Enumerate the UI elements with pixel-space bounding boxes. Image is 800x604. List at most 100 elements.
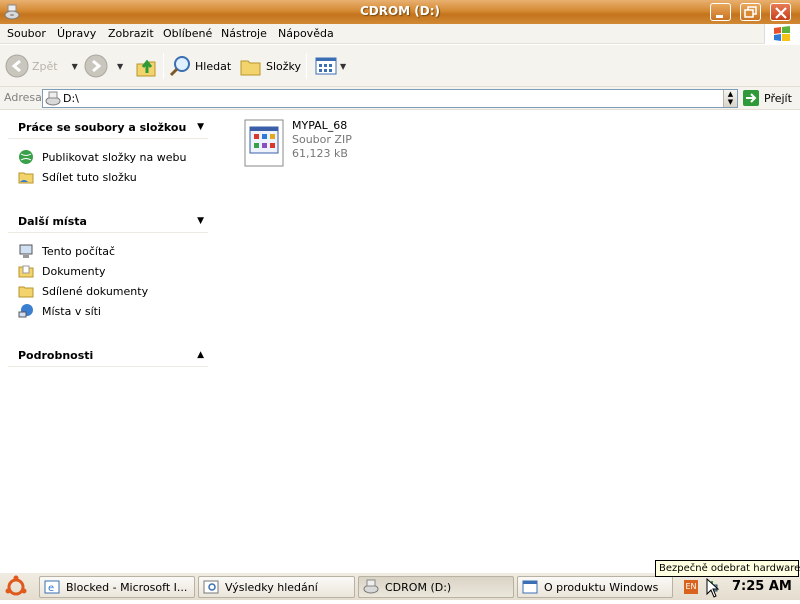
search-button[interactable]: Hledat: [168, 45, 231, 87]
task-pane: Práce se soubory a složkou ▼ Publikovat …: [0, 111, 214, 572]
views-button[interactable]: ▼: [314, 45, 346, 87]
toolbar: Zpět ▼ ▼ Hledat Složky ▼: [0, 45, 800, 87]
up-folder-icon: [136, 59, 156, 77]
go-button[interactable]: Přejít: [742, 89, 792, 107]
folders-label: Složky: [266, 59, 302, 73]
collapse-icon[interactable]: ▼: [197, 122, 204, 132]
views-dropdown-icon[interactable]: ▼: [340, 62, 346, 71]
menu-soubor[interactable]: Soubor: [7, 27, 46, 40]
folder-icon: [18, 286, 34, 298]
maximize-button[interactable]: [740, 3, 761, 21]
file-item[interactable]: MYPAL_68 Soubor ZIP 61,123 kB: [244, 117, 424, 167]
globe-icon: [19, 150, 33, 164]
place-label: Tento počítač: [42, 244, 116, 258]
place-shared-documents[interactable]: Sdílené dokumenty: [18, 282, 148, 300]
start-button[interactable]: [0, 573, 34, 601]
taskbar-button-cdrom[interactable]: CDROM (D:): [358, 576, 514, 598]
language-indicator[interactable]: EN: [684, 580, 698, 594]
menu-oblibene[interactable]: Oblíbené: [163, 27, 212, 40]
views-icon: [315, 57, 337, 75]
forward-arrow-icon: [84, 54, 108, 78]
toolbar-separator: [163, 53, 164, 79]
clock[interactable]: 7:25 AM: [732, 579, 792, 594]
task-share-folder[interactable]: Sdílet tuto složku: [18, 168, 137, 186]
window-title: CDROM (D:): [359, 4, 441, 18]
windows-logo-icon: [764, 24, 800, 44]
ie-icon: e: [44, 580, 60, 594]
file-list: MYPAL_68 Soubor ZIP 61,123 kB: [214, 111, 800, 572]
shared-folder-icon: [18, 172, 34, 184]
forward-dropdown-icon[interactable]: ▼: [117, 62, 123, 71]
back-arrow-icon: [5, 54, 29, 78]
explorer-window: CDROM (D:) Soubor Úpravy Zobrazit Oblíbe…: [0, 0, 800, 572]
address-dropdown-button[interactable]: ▲ ▼: [723, 90, 737, 107]
close-button[interactable]: [770, 3, 791, 21]
taskbar-button-label: O produktu Windows: [544, 580, 659, 594]
section-title: Další místa: [18, 215, 87, 228]
close-icon: [775, 7, 787, 19]
minimize-button[interactable]: [710, 3, 731, 21]
section-title: Podrobnosti: [18, 349, 94, 362]
documents-folder-icon: [18, 265, 34, 278]
taskbar-button-label: Výsledky hledání: [225, 580, 318, 594]
taskbar-button-ie[interactable]: e Blocked - Microsoft I...: [39, 576, 195, 598]
title-bar[interactable]: CDROM (D:): [0, 0, 800, 24]
address-value: D:\: [63, 92, 79, 105]
network-places-icon: [18, 304, 33, 318]
section-title: Práce se soubory a složkou: [18, 121, 187, 134]
zip-file-icon: [244, 119, 284, 167]
up-folder-button[interactable]: [134, 45, 158, 87]
file-size: 61,123 kB: [292, 147, 348, 160]
task-publish-web[interactable]: Publikovat složky na webu: [18, 148, 186, 166]
menu-upravy[interactable]: Úpravy: [57, 27, 96, 40]
place-my-computer[interactable]: Tento počítač: [18, 242, 115, 260]
computer-icon: [19, 244, 33, 258]
collapse-icon[interactable]: ▼: [197, 216, 204, 226]
address-label: Adresa: [4, 91, 42, 104]
search-label: Hledat: [195, 59, 232, 73]
address-bar: Adresa D:\ ▲ ▼ Přejít: [0, 87, 800, 110]
taskbar-button-label: Blocked - Microsoft I...: [66, 580, 188, 594]
task-label: Publikovat složky na webu: [42, 150, 187, 164]
folders-icon: [240, 60, 261, 76]
menu-nastroje[interactable]: Nástroje: [221, 27, 267, 40]
section-details[interactable]: Podrobnosti ▲: [8, 345, 208, 367]
forward-button[interactable]: ▼: [84, 45, 123, 87]
task-label: Sdílet tuto složku: [42, 170, 137, 184]
svg-text:e: e: [48, 583, 54, 594]
system-tray: EN 7:25 AM: [678, 573, 800, 601]
file-type: Soubor ZIP: [292, 133, 352, 146]
place-label: Místa v síti: [42, 304, 101, 318]
place-label: Sdílené dokumenty: [42, 284, 149, 298]
menu-bar: Soubor Úpravy Zobrazit Oblíbené Nástroje…: [0, 24, 800, 44]
place-network[interactable]: Místa v síti: [18, 302, 101, 320]
toolbar-separator: [306, 53, 307, 79]
back-button[interactable]: Zpět ▼: [5, 45, 78, 87]
menu-napoveda[interactable]: Nápověda: [278, 27, 334, 40]
search-results-icon: [203, 580, 219, 594]
search-icon: [169, 56, 190, 77]
taskbar-button-search-results[interactable]: Výsledky hledání: [198, 576, 355, 598]
taskbar-button-about-windows[interactable]: O produktu Windows: [517, 576, 673, 598]
window-icon: [522, 580, 538, 594]
place-label: Dokumenty: [42, 264, 106, 278]
go-label: Přejít: [764, 91, 792, 105]
tooltip: Bezpečně odebrat hardware: [655, 560, 800, 577]
start-logo-icon: [5, 575, 27, 596]
back-dropdown-icon[interactable]: ▼: [72, 62, 78, 71]
section-other-places[interactable]: Další místa ▼: [8, 211, 208, 233]
minimize-icon: [716, 15, 723, 18]
cdrom-icon: [363, 579, 379, 594]
expand-icon[interactable]: ▲: [197, 350, 204, 360]
go-arrow-icon: [743, 90, 759, 106]
place-documents[interactable]: Dokumenty: [18, 262, 105, 280]
folders-button[interactable]: Složky: [239, 45, 301, 87]
back-label: Zpět: [32, 59, 58, 73]
section-file-folder-tasks[interactable]: Práce se soubory a složkou ▼: [8, 117, 208, 139]
mouse-cursor-icon: [706, 578, 720, 598]
file-name: MYPAL_68: [292, 119, 348, 132]
menu-zobrazit[interactable]: Zobrazit: [108, 27, 154, 40]
taskbar-button-label: CDROM (D:): [385, 580, 452, 594]
cdrom-icon: [45, 91, 61, 106]
address-input[interactable]: D:\ ▲ ▼: [42, 89, 738, 108]
